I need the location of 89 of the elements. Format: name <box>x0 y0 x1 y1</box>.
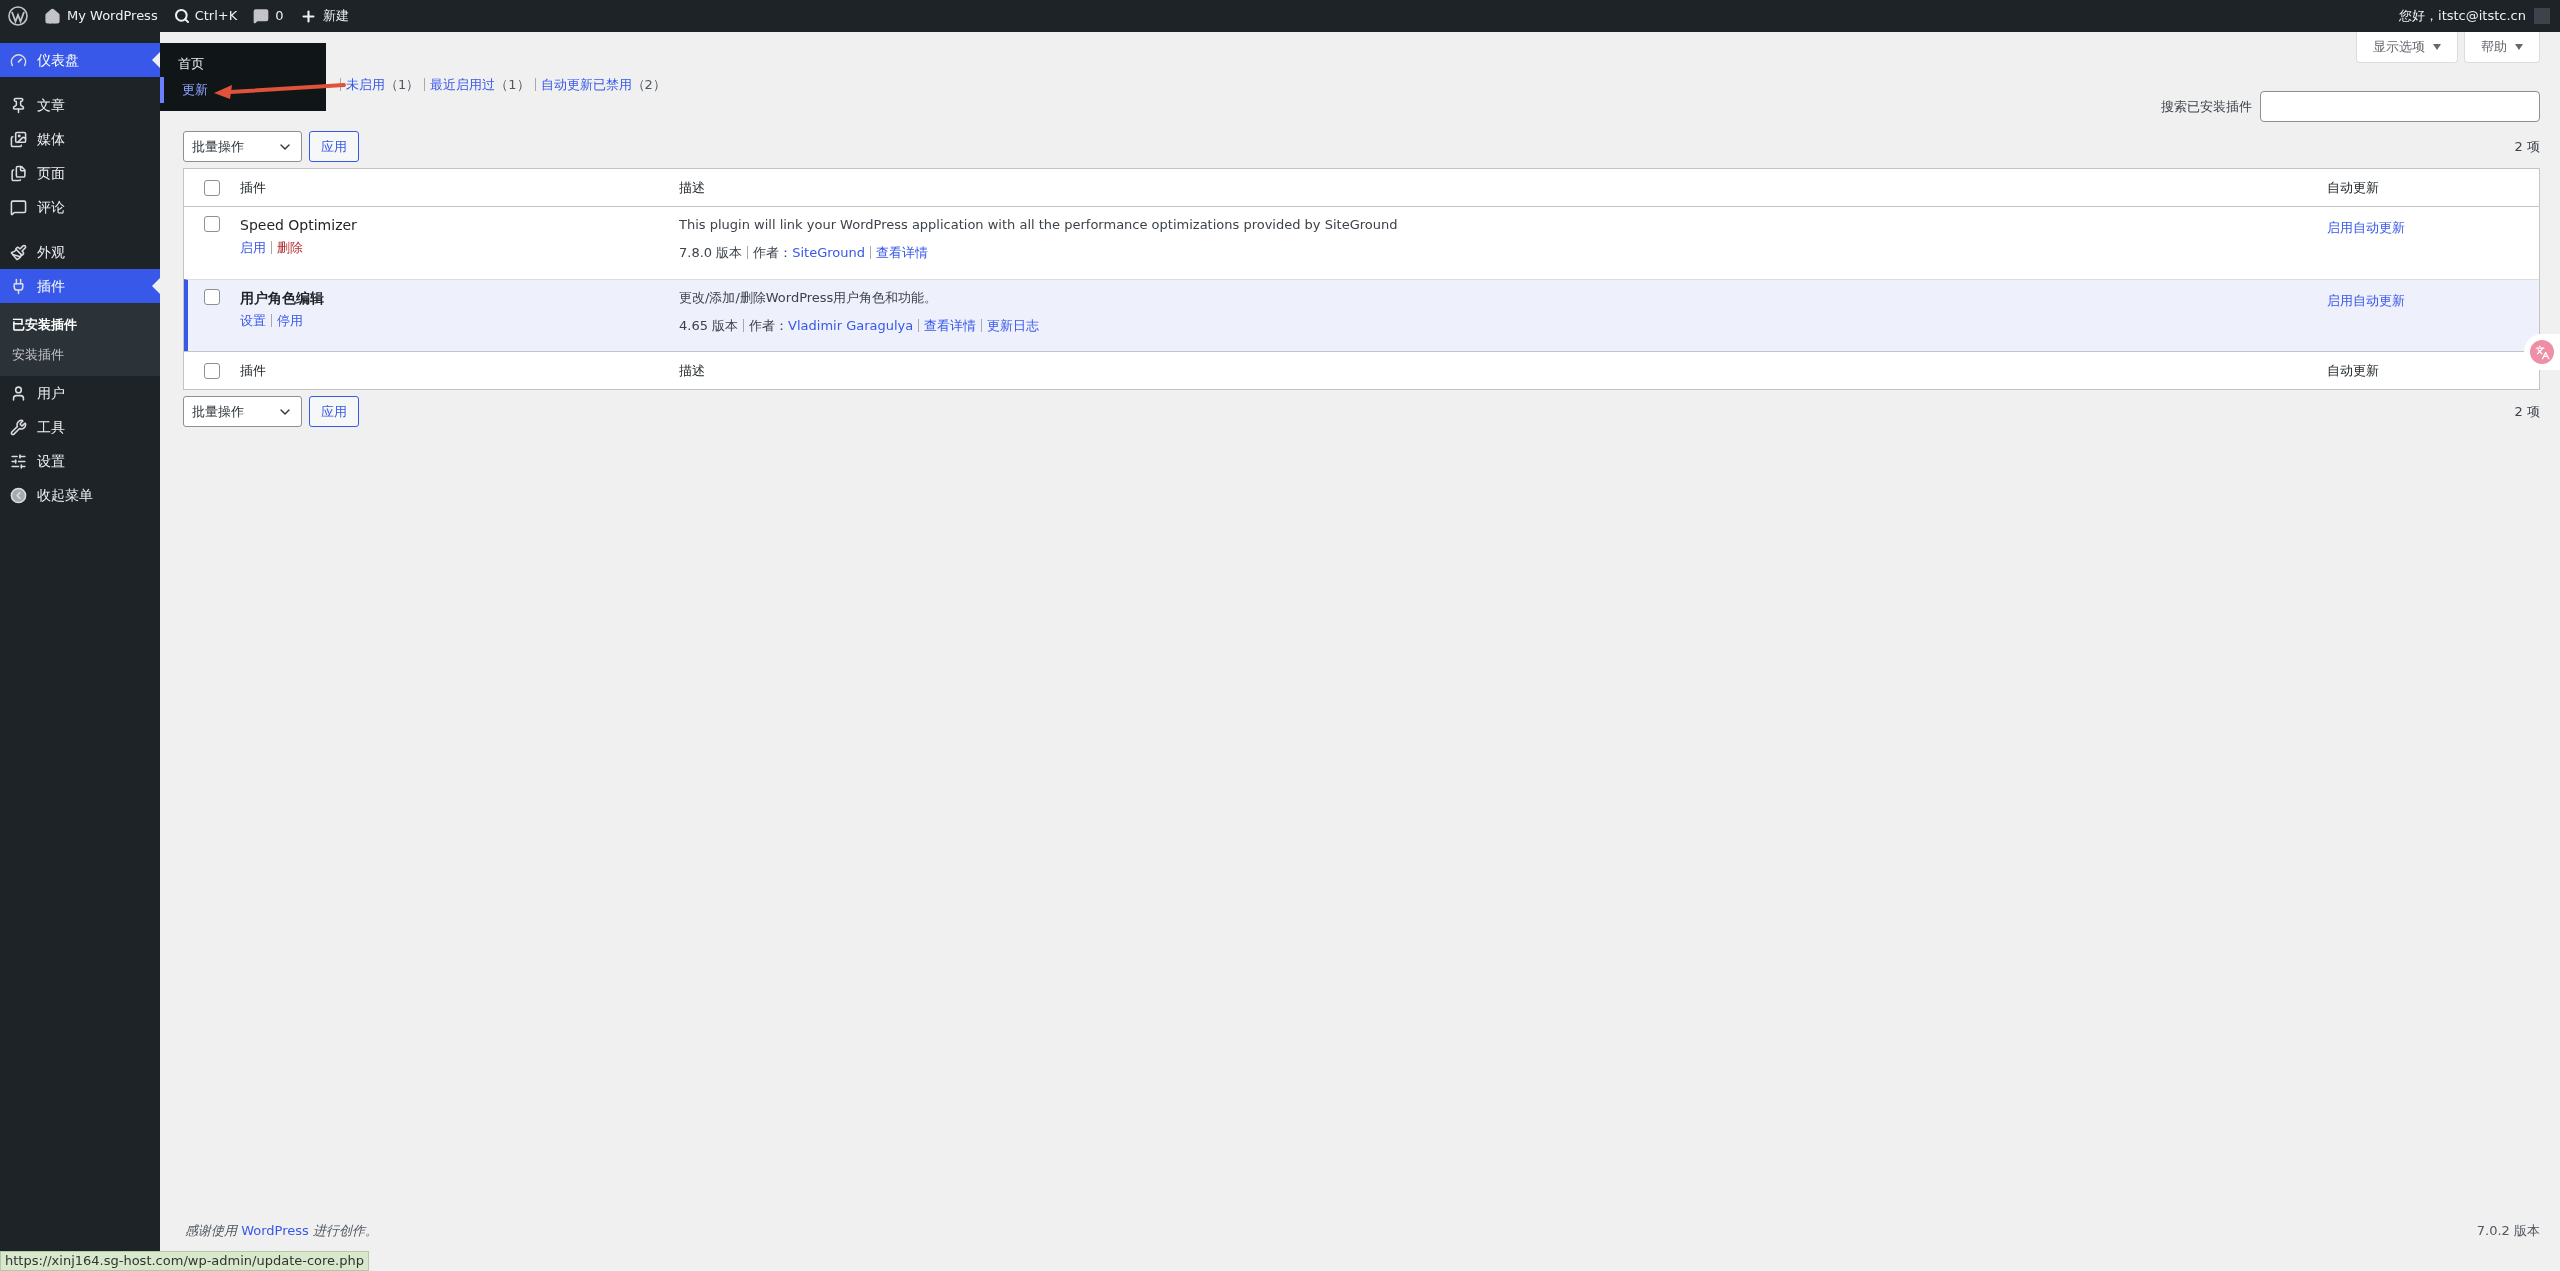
pin-icon <box>10 96 27 114</box>
flyout-item[interactable]: 首页 <box>160 51 326 77</box>
row-checkbox[interactable] <box>204 216 220 232</box>
apply-button[interactable]: 应用 <box>309 396 359 427</box>
details-link[interactable]: 更新日志 <box>987 315 1040 335</box>
plugin-version: 7.8.0 版本 <box>679 243 743 262</box>
brush-icon <box>10 243 27 261</box>
search-shortcut[interactable]: Ctrl+K <box>165 6 246 26</box>
home-icon <box>44 7 61 25</box>
auto-update-link[interactable]: 启用自动更新 <box>2327 220 2405 235</box>
column-header: 插件 <box>240 361 267 380</box>
apply-button[interactable]: 应用 <box>309 131 359 162</box>
sidebar-item[interactable]: 工具 <box>0 410 160 444</box>
row-checkbox[interactable] <box>204 289 220 305</box>
plugin-name: 用户角色编辑 <box>240 289 325 308</box>
plus-icon <box>299 7 317 25</box>
author-label: 作者： <box>753 243 793 262</box>
filter-count: （1） <box>495 76 530 94</box>
comment-icon <box>253 8 270 24</box>
wrench-icon <box>10 418 27 436</box>
sidebar-item[interactable]: 页面 <box>0 156 160 190</box>
user-icon <box>10 384 27 402</box>
current-pointer-icon <box>152 278 160 294</box>
search-field[interactable] <box>2260 91 2540 122</box>
submenu-item[interactable]: 已安装插件 <box>0 310 160 340</box>
sidebar-item[interactable]: 用户 <box>0 376 160 410</box>
pages-icon <box>10 164 27 182</box>
bulk-action-select[interactable]: 批量操作 <box>183 131 302 162</box>
footer-thanks: 感谢使用 WordPress 进行创作。 <box>185 1222 378 1241</box>
new-content-link[interactable]: 新建 <box>291 6 357 26</box>
author-label: 作者： <box>749 316 789 335</box>
sidebar-item[interactable]: 插件 <box>0 269 160 303</box>
sliders-icon <box>10 452 27 470</box>
sidebar-item[interactable]: 收起菜单 <box>0 478 160 512</box>
author-link[interactable]: SiteGround <box>792 242 865 262</box>
plugin-description: This plugin will link your WordPress application with all the performance optimizations provided by SiteGround <box>679 216 1399 234</box>
comments-link[interactable]: 0 <box>245 6 292 26</box>
translate-float-button[interactable] <box>2524 334 2560 370</box>
column-header: 描述 <box>679 361 706 380</box>
site-link[interactable]: My WordPress <box>36 6 166 26</box>
sidebar-item[interactable]: 媒体 <box>0 122 160 156</box>
filter-link[interactable]: 最近启用过 <box>430 75 496 95</box>
author-link[interactable]: Vladimir Garagulya <box>788 315 914 335</box>
submenu-item[interactable]: 安装插件 <box>0 339 160 369</box>
item-count: 2 项 <box>2514 402 2540 421</box>
filter-count: （1） <box>385 76 420 94</box>
column-header: 描述 <box>679 178 706 197</box>
filter-link[interactable]: 未启用 <box>346 75 385 95</box>
select-all-checkbox[interactable] <box>204 362 220 379</box>
item-count: 2 项 <box>2514 137 2540 156</box>
sidebar-item[interactable]: 文章 <box>0 88 160 122</box>
action-link[interactable]: 停用 <box>277 311 303 331</box>
select-all-checkbox[interactable] <box>204 179 220 196</box>
comment-icon <box>10 198 27 216</box>
column-header: 自动更新 <box>2327 178 2380 197</box>
filter-count: （2） <box>631 76 666 94</box>
gauge-icon <box>10 51 27 69</box>
plug-icon <box>10 277 27 295</box>
collapse-icon <box>10 486 27 504</box>
sidebar-item[interactable]: 仪表盘 <box>0 43 160 77</box>
column-header: 自动更新 <box>2327 361 2380 380</box>
details-link[interactable]: 查看详情 <box>876 242 928 262</box>
status-url-tooltip: https://xinj164.sg-host.com/wp-admin/update-core.php <box>0 1251 369 1271</box>
dropdown-triangle-icon <box>2515 44 2523 50</box>
help-button[interactable]: 帮助 <box>2464 32 2540 63</box>
sidebar-item[interactable]: 外观 <box>0 235 160 269</box>
screen-options-button[interactable]: 显示选项 <box>2356 32 2458 63</box>
column-header: 插件 <box>240 178 267 197</box>
dropdown-triangle-icon <box>2433 44 2441 50</box>
plugin-description: 更改/添加/删除WordPress用户角色和功能。 <box>679 289 939 307</box>
wordpress-version: 7.0.2 版本 <box>2476 1222 2540 1241</box>
delete-link[interactable]: 删除 <box>277 238 303 258</box>
auto-update-link[interactable]: 启用自动更新 <box>2327 293 2405 308</box>
search-label: 搜索已安装插件 <box>2161 97 2252 116</box>
wordpress-link[interactable]: WordPress <box>241 1223 309 1239</box>
sidebar-item[interactable]: 评论 <box>0 190 160 224</box>
sidebar-item[interactable]: 设置 <box>0 444 160 478</box>
details-link[interactable]: 查看详情 <box>924 315 977 335</box>
wordpress-logo-icon[interactable] <box>8 6 28 26</box>
filter-link[interactable]: 自动更新已禁用 <box>540 75 632 95</box>
plugin-version: 4.65 版本 <box>679 316 739 335</box>
search-icon <box>173 8 190 24</box>
images-icon <box>10 130 27 148</box>
translate-icon <box>2534 344 2550 360</box>
action-link[interactable]: 设置 <box>240 311 266 331</box>
plugin-name: Speed Optimizer <box>240 216 358 235</box>
bulk-action-select[interactable]: 批量操作 <box>183 396 302 427</box>
account-greeting[interactable]: 您好，itstc@itstc.cn <box>2399 6 2534 26</box>
action-link[interactable]: 启用 <box>240 238 266 258</box>
